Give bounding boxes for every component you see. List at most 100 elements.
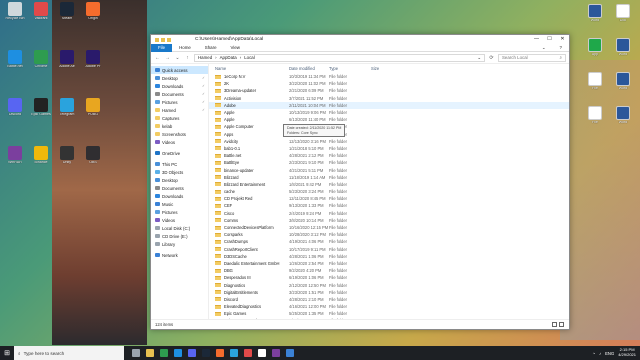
column-name[interactable]: Name <box>209 66 289 71</box>
desktop-icon[interactable]: Adobe Ae <box>54 50 80 80</box>
search-input[interactable]: Search Local ⌕ <box>498 53 566 62</box>
sidebar-item[interactable]: Network <box>151 251 208 259</box>
column-type[interactable]: Type <box>329 66 371 71</box>
taskbar-app-icon[interactable] <box>146 349 154 357</box>
taskbar-app-icon[interactable] <box>174 349 182 357</box>
desktop-icon[interactable]: Telegram <box>54 98 80 128</box>
sidebar-item[interactable]: Local Disk (C:) <box>151 224 208 232</box>
file-row[interactable]: CrashReportClient 10/17/2019 9:11 PM File … <box>209 246 569 253</box>
desktop-icon[interactable]: App <box>582 38 608 68</box>
sidebar-item[interactable]: Quick access <box>151 66 208 74</box>
desktop-icon[interactable]: Chrome <box>28 50 54 80</box>
file-row[interactable]: Apple 6/13/2020 11:40 PM File folder <box>209 116 569 123</box>
breadcrumb-appdata[interactable]: AppData <box>220 55 237 60</box>
tab-view[interactable]: View <box>224 44 247 52</box>
taskbar-app-icon[interactable] <box>160 349 168 357</box>
taskbar-app-icon[interactable] <box>244 349 252 357</box>
clock[interactable]: 2:15 PM 4/29/2021 <box>618 348 636 357</box>
up-arrow-icon[interactable]: ↑ <box>184 55 191 61</box>
file-row[interactable]: Apple Computer2/23/2020 3:33 AMFile fold… <box>209 123 569 130</box>
sidebar-item[interactable]: OneDrive <box>151 149 208 157</box>
sidebar-item[interactable]: Screenshots <box>151 130 208 138</box>
sidebar-item[interactable]: Desktop ✓ <box>151 74 208 82</box>
desktop-icon[interactable]: Doc <box>610 4 636 34</box>
file-row[interactable]: 2K 3/22/2020 11:02 PM File folder <box>209 80 569 87</box>
network-icon[interactable]: ◔ <box>593 351 596 356</box>
file-row[interactable]: CEF 9/13/2020 1:33 PM File folder <box>209 202 569 209</box>
file-row[interactable]: Epic Games 5/25/2020 1:35 PM File folder <box>209 310 569 317</box>
desktop-icon[interactable]: Origin <box>80 2 106 32</box>
sidebar-item[interactable]: Captures <box>151 114 208 122</box>
sidebar-item[interactable]: Documents <box>151 184 208 192</box>
desktop-icon[interactable]: Word <box>610 72 636 102</box>
file-row[interactable]: Blizzard Entertainment 1/8/2021 9:42 PM Fi… <box>209 181 569 188</box>
file-row[interactable]: D3DSCache 4/28/2021 1:06 PM File folder <box>209 253 569 260</box>
desktop-icon[interactable]: File <box>582 72 608 102</box>
sidebar-item[interactable]: Videos <box>151 138 208 146</box>
taskbar-app-icon[interactable] <box>202 349 210 357</box>
desktop-icon[interactable]: PUBG <box>80 98 106 128</box>
column-date[interactable]: Date modified <box>289 66 329 71</box>
desktop-icon[interactable]: File <box>582 106 608 136</box>
quick-access-toolbar[interactable] <box>155 37 171 42</box>
file-row[interactable]: 3Dreama-updater 2/21/2020 6:09 PM File fol… <box>209 87 569 94</box>
file-row[interactable]: Blizzard 11/18/2019 1:14 AM File folder <box>209 174 569 181</box>
help-icon[interactable]: ? <box>553 44 569 52</box>
desktop-icon[interactable]: WinRAR <box>2 146 28 176</box>
sidebar-item[interactable]: Hamed ✓ <box>151 106 208 114</box>
desktop-icon[interactable]: Binance <box>28 146 54 176</box>
desktop-icon[interactable]: Epic Games <box>28 98 54 128</box>
forward-arrow-icon[interactable]: → <box>164 55 171 61</box>
file-row[interactable]: Battle.net 4/28/2021 2:12 PM File folder <box>209 152 569 159</box>
file-row[interactable]: CD Projekt Red 12/11/2020 8:45 PM File fol… <box>209 195 569 202</box>
sidebar-item[interactable]: kelab <box>151 122 208 130</box>
file-row[interactable]: Avidcity 12/13/2020 3:16 PM File folder <box>209 138 569 145</box>
sidebar-item[interactable]: Videos <box>151 216 208 224</box>
sidebar-item[interactable]: This PC <box>151 160 208 168</box>
desktop-icon[interactable]: Discord <box>2 98 28 128</box>
desktop-icon[interactable]: Word <box>610 106 636 136</box>
taskbar-app-icon[interactable] <box>272 349 280 357</box>
large-icons-view-icon[interactable] <box>559 321 564 327</box>
sidebar-item[interactable]: Library <box>151 240 208 248</box>
language-indicator[interactable]: ENG <box>605 351 614 356</box>
file-row[interactable]: Desperados III 6/19/2020 1:06 PM File fold… <box>209 274 569 281</box>
desktop-icon[interactable]: OBS <box>80 146 106 176</box>
sidebar-item[interactable]: Pictures ✓ <box>151 98 208 106</box>
desktop-icon[interactable]: Unity <box>54 146 80 176</box>
taskbar-app-icon[interactable] <box>286 349 294 357</box>
file-row[interactable]: cache 5/23/2020 3:24 PM File folder <box>209 188 569 195</box>
sidebar-item[interactable]: CD Drive (E:) <box>151 232 208 240</box>
taskbar-app-icon[interactable] <box>230 349 238 357</box>
tab-share[interactable]: Share <box>198 44 224 52</box>
column-size[interactable]: Size <box>371 66 401 71</box>
file-row[interactable]: 1eCorp N.V 10/3/2019 11:34 PM File folder <box>209 73 569 80</box>
file-row[interactable]: DigitalEntitlements 3/23/2020 1:51 PM File… <box>209 289 569 296</box>
file-row[interactable]: CrashDumps 4/19/2021 4:06 PM File folder <box>209 238 569 245</box>
taskbar-app-icon[interactable] <box>188 349 196 357</box>
taskbar-app-icon[interactable] <box>216 349 224 357</box>
desktop-icon[interactable]: Steam <box>54 2 80 32</box>
address-bar[interactable]: Hamed › AppData › Local ⌄ <box>194 53 485 62</box>
tab-home[interactable]: Home <box>172 44 198 52</box>
file-row[interactable]: Adobe 2/11/2021 10:04 PM File folder <box>209 101 569 109</box>
taskbar-app-icon[interactable] <box>132 349 140 357</box>
expand-ribbon-icon[interactable]: ⌄ <box>535 44 553 52</box>
breadcrumb-hamed[interactable]: Hamed <box>198 55 212 60</box>
file-row[interactable]: Activision 3/7/2021 11:52 PM File folder <box>209 95 569 102</box>
details-view-icon[interactable] <box>552 321 557 327</box>
start-button[interactable]: ⊞ <box>0 349 14 357</box>
breadcrumb-local[interactable]: Local <box>244 55 255 60</box>
desktop-icon[interactable]: Word <box>582 4 608 34</box>
file-row[interactable]: BattlEye 2/23/2021 9:10 PM File folder <box>209 159 569 166</box>
sidebar-item[interactable]: Music <box>151 200 208 208</box>
file-row[interactable]: Apps4/5/2021 11:58 PMFile folder <box>209 131 569 138</box>
file-row[interactable]: Cisco 2/4/2019 9:24 PM File folder <box>209 210 569 217</box>
file-row[interactable]: bab1-0.1 1/21/2018 5:10 PM File folder <box>209 145 569 152</box>
tab-file[interactable]: File <box>151 43 173 52</box>
file-row[interactable]: Apple 10/13/2019 9:06 PM File folder <box>209 109 569 116</box>
taskbar-app-icon[interactable] <box>258 349 266 357</box>
file-row[interactable]: ElevatedDiagnostics 4/16/2021 12:00 PM Fil… <box>209 303 569 310</box>
refresh-icon[interactable]: ⟳ <box>488 55 495 61</box>
sidebar-item[interactable]: Pictures <box>151 208 208 216</box>
